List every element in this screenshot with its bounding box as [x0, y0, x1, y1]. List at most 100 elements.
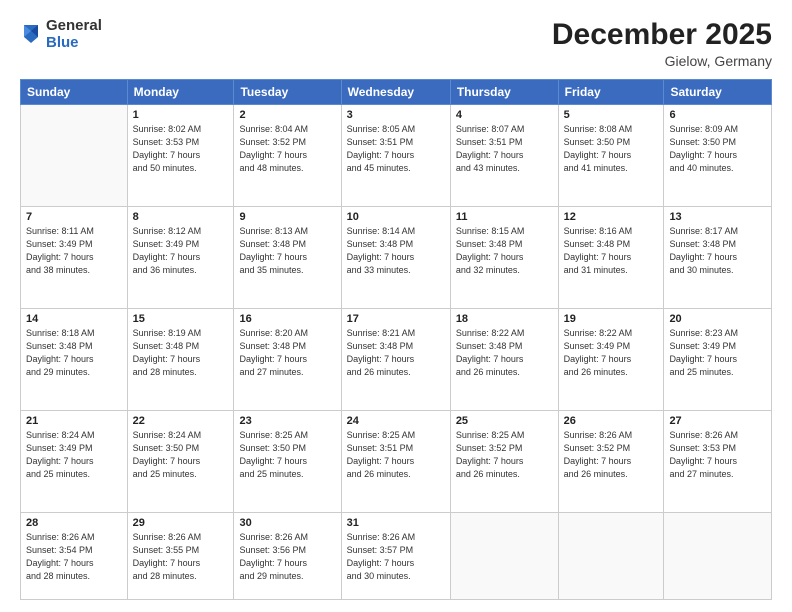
day-cell: [450, 512, 558, 599]
week-row-1: 1 Sunrise: 8:02 AM Sunset: 3:53 PM Daylig…: [21, 105, 772, 207]
day-cell: 30 Sunrise: 8:26 AM Sunset: 3:56 PM Dayli…: [234, 512, 341, 599]
day-cell: 31Sunrise: 8:26 AM Sunset: 3:57 PM Dayli…: [341, 512, 450, 599]
day-info: Sunrise: 8:11 AM Sunset: 3:49 PM Dayligh…: [26, 225, 122, 277]
day-info: Sunrise: 8:26 AM Sunset: 3:55 PM Dayligh…: [133, 531, 229, 583]
day-info: Sunrise: 8:04 AM Sunset: 3:52 PM Dayligh…: [239, 123, 335, 175]
logo-blue-text: Blue: [46, 35, 102, 52]
col-header-thursday: Thursday: [450, 80, 558, 105]
header-row: SundayMondayTuesdayWednesdayThursdayFrid…: [21, 80, 772, 105]
day-number: 14: [26, 313, 122, 325]
day-info: Sunrise: 8:09 AM Sunset: 3:50 PM Dayligh…: [669, 123, 766, 175]
day-number: 19: [564, 313, 659, 325]
day-info: Sunrise: 8:19 AM Sunset: 3:48 PM Dayligh…: [133, 327, 229, 379]
day-cell: 17 Sunrise: 8:21 AM Sunset: 3:48 PM Dayli…: [341, 308, 450, 410]
day-info: Sunrise: 8:26 AM Sunset: 3:57 PM Dayligh…: [347, 531, 445, 583]
day-info: Sunrise: 8:18 AM Sunset: 3:48 PM Dayligh…: [26, 327, 122, 379]
day-info: Sunrise: 8:02 AM Sunset: 3:53 PM Dayligh…: [133, 123, 229, 175]
day-number: 21: [26, 415, 122, 427]
day-cell: 12 Sunrise: 8:16 AM Sunset: 3:48 PM Dayli…: [558, 206, 664, 308]
day-number: 8: [133, 211, 229, 223]
day-info: Sunrise: 8:23 AM Sunset: 3:49 PM Dayligh…: [669, 327, 766, 379]
day-info: Sunrise: 8:07 AM Sunset: 3:51 PM Dayligh…: [456, 123, 553, 175]
header: General Blue December 2025 Gielow, Germa…: [20, 18, 772, 69]
day-info: Sunrise: 8:05 AM Sunset: 3:51 PM Dayligh…: [347, 123, 445, 175]
day-info: Sunrise: 8:20 AM Sunset: 3:48 PM Dayligh…: [239, 327, 335, 379]
day-number: 9: [239, 211, 335, 223]
day-info: Sunrise: 8:22 AM Sunset: 3:48 PM Dayligh…: [456, 327, 553, 379]
day-cell: 13Sunrise: 8:17 AM Sunset: 3:48 PM Dayli…: [664, 206, 772, 308]
day-number: 30: [239, 517, 335, 529]
day-info: Sunrise: 8:14 AM Sunset: 3:48 PM Dayligh…: [347, 225, 445, 277]
day-cell: 21 Sunrise: 8:24 AM Sunset: 3:49 PM Dayli…: [21, 410, 128, 512]
day-info: Sunrise: 8:26 AM Sunset: 3:54 PM Dayligh…: [26, 531, 122, 583]
day-cell: 11 Sunrise: 8:15 AM Sunset: 3:48 PM Dayli…: [450, 206, 558, 308]
week-row-4: 21 Sunrise: 8:24 AM Sunset: 3:49 PM Dayli…: [21, 410, 772, 512]
calendar-body: 1 Sunrise: 8:02 AM Sunset: 3:53 PM Daylig…: [21, 105, 772, 600]
day-info: Sunrise: 8:21 AM Sunset: 3:48 PM Dayligh…: [347, 327, 445, 379]
day-cell: 25 Sunrise: 8:25 AM Sunset: 3:52 PM Dayli…: [450, 410, 558, 512]
day-cell: 15 Sunrise: 8:19 AM Sunset: 3:48 PM Dayli…: [127, 308, 234, 410]
day-cell: 26 Sunrise: 8:26 AM Sunset: 3:52 PM Dayli…: [558, 410, 664, 512]
day-number: 7: [26, 211, 122, 223]
subtitle: Gielow, Germany: [552, 53, 772, 69]
day-info: Sunrise: 8:15 AM Sunset: 3:48 PM Dayligh…: [456, 225, 553, 277]
day-number: 4: [456, 109, 553, 121]
day-cell: 29 Sunrise: 8:26 AM Sunset: 3:55 PM Dayli…: [127, 512, 234, 599]
day-cell: 9 Sunrise: 8:13 AM Sunset: 3:48 PM Daylig…: [234, 206, 341, 308]
day-number: 12: [564, 211, 659, 223]
day-info: Sunrise: 8:16 AM Sunset: 3:48 PM Dayligh…: [564, 225, 659, 277]
day-number: 24: [347, 415, 445, 427]
day-number: 1: [133, 109, 229, 121]
week-row-5: 28 Sunrise: 8:26 AM Sunset: 3:54 PM Dayli…: [21, 512, 772, 599]
day-info: Sunrise: 8:26 AM Sunset: 3:53 PM Dayligh…: [669, 429, 766, 481]
col-header-monday: Monday: [127, 80, 234, 105]
day-cell: 28 Sunrise: 8:26 AM Sunset: 3:54 PM Dayli…: [21, 512, 128, 599]
day-cell: 22 Sunrise: 8:24 AM Sunset: 3:50 PM Dayli…: [127, 410, 234, 512]
day-cell: 27Sunrise: 8:26 AM Sunset: 3:53 PM Dayli…: [664, 410, 772, 512]
day-cell: 14 Sunrise: 8:18 AM Sunset: 3:48 PM Dayli…: [21, 308, 128, 410]
day-cell: 18Sunrise: 8:22 AM Sunset: 3:48 PM Dayli…: [450, 308, 558, 410]
day-cell: 7 Sunrise: 8:11 AM Sunset: 3:49 PM Daylig…: [21, 206, 128, 308]
day-cell: [21, 105, 128, 207]
main-title: December 2025: [552, 18, 772, 51]
day-number: 15: [133, 313, 229, 325]
day-info: Sunrise: 8:25 AM Sunset: 3:51 PM Dayligh…: [347, 429, 445, 481]
day-number: 20: [669, 313, 766, 325]
col-header-tuesday: Tuesday: [234, 80, 341, 105]
day-cell: 1 Sunrise: 8:02 AM Sunset: 3:53 PM Daylig…: [127, 105, 234, 207]
day-cell: 24 Sunrise: 8:25 AM Sunset: 3:51 PM Dayli…: [341, 410, 450, 512]
day-number: 11: [456, 211, 553, 223]
day-info: Sunrise: 8:24 AM Sunset: 3:50 PM Dayligh…: [133, 429, 229, 481]
day-info: Sunrise: 8:13 AM Sunset: 3:48 PM Dayligh…: [239, 225, 335, 277]
day-cell: 19 Sunrise: 8:22 AM Sunset: 3:49 PM Dayli…: [558, 308, 664, 410]
day-info: Sunrise: 8:08 AM Sunset: 3:50 PM Dayligh…: [564, 123, 659, 175]
day-info: Sunrise: 8:24 AM Sunset: 3:49 PM Dayligh…: [26, 429, 122, 481]
col-header-saturday: Saturday: [664, 80, 772, 105]
day-number: 28: [26, 517, 122, 529]
col-header-friday: Friday: [558, 80, 664, 105]
col-header-wednesday: Wednesday: [341, 80, 450, 105]
calendar-header: SundayMondayTuesdayWednesdayThursdayFrid…: [21, 80, 772, 105]
day-info: Sunrise: 8:25 AM Sunset: 3:50 PM Dayligh…: [239, 429, 335, 481]
day-info: Sunrise: 8:26 AM Sunset: 3:56 PM Dayligh…: [239, 531, 335, 583]
day-number: 22: [133, 415, 229, 427]
day-number: 29: [133, 517, 229, 529]
logo-icon: [20, 21, 42, 49]
day-cell: 16Sunrise: 8:20 AM Sunset: 3:48 PM Dayli…: [234, 308, 341, 410]
title-block: December 2025 Gielow, Germany: [552, 18, 772, 69]
day-info: Sunrise: 8:17 AM Sunset: 3:48 PM Dayligh…: [669, 225, 766, 277]
day-number: 17: [347, 313, 445, 325]
day-number: 23: [239, 415, 335, 427]
day-number: 26: [564, 415, 659, 427]
day-info: Sunrise: 8:25 AM Sunset: 3:52 PM Dayligh…: [456, 429, 553, 481]
calendar-table: SundayMondayTuesdayWednesdayThursdayFrid…: [20, 79, 772, 600]
day-number: 25: [456, 415, 553, 427]
day-number: 3: [347, 109, 445, 121]
day-info: Sunrise: 8:26 AM Sunset: 3:52 PM Dayligh…: [564, 429, 659, 481]
day-info: Sunrise: 8:12 AM Sunset: 3:49 PM Dayligh…: [133, 225, 229, 277]
day-info: Sunrise: 8:22 AM Sunset: 3:49 PM Dayligh…: [564, 327, 659, 379]
logo-text: General Blue: [46, 18, 102, 51]
day-number: 6: [669, 109, 766, 121]
day-cell: 2Sunrise: 8:04 AM Sunset: 3:52 PM Daylig…: [234, 105, 341, 207]
day-cell: 4 Sunrise: 8:07 AM Sunset: 3:51 PM Daylig…: [450, 105, 558, 207]
